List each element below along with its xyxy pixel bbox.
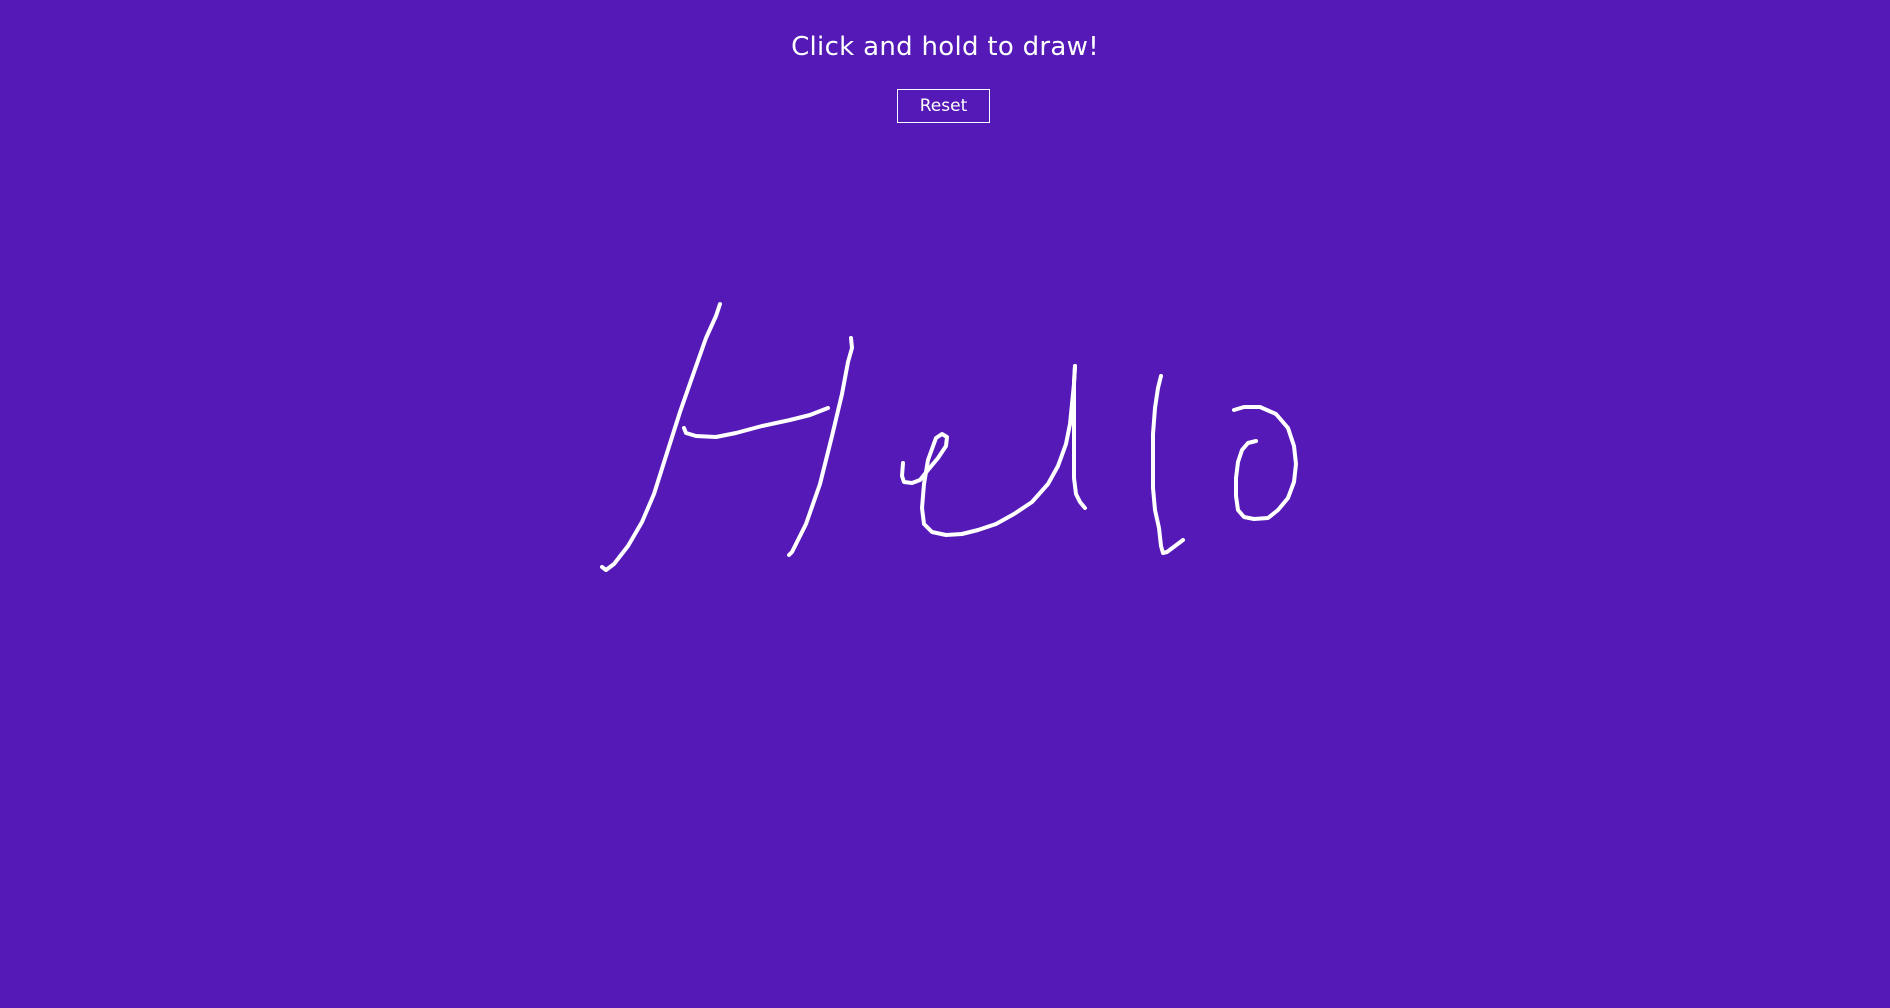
drawn-stroke bbox=[1151, 374, 1185, 555]
reset-button[interactable]: Reset bbox=[897, 89, 990, 123]
drawing-canvas[interactable] bbox=[0, 0, 1890, 1008]
drawn-stroke bbox=[787, 336, 854, 557]
drawing-app: Click and hold to draw! Reset bbox=[0, 0, 1890, 1008]
instructions-heading: Click and hold to draw! bbox=[791, 32, 1099, 62]
drawn-stroke bbox=[900, 364, 1077, 537]
drawn-stroke bbox=[682, 406, 830, 439]
drawn-stroke bbox=[1072, 364, 1087, 510]
drawn-stroke bbox=[1232, 405, 1298, 521]
